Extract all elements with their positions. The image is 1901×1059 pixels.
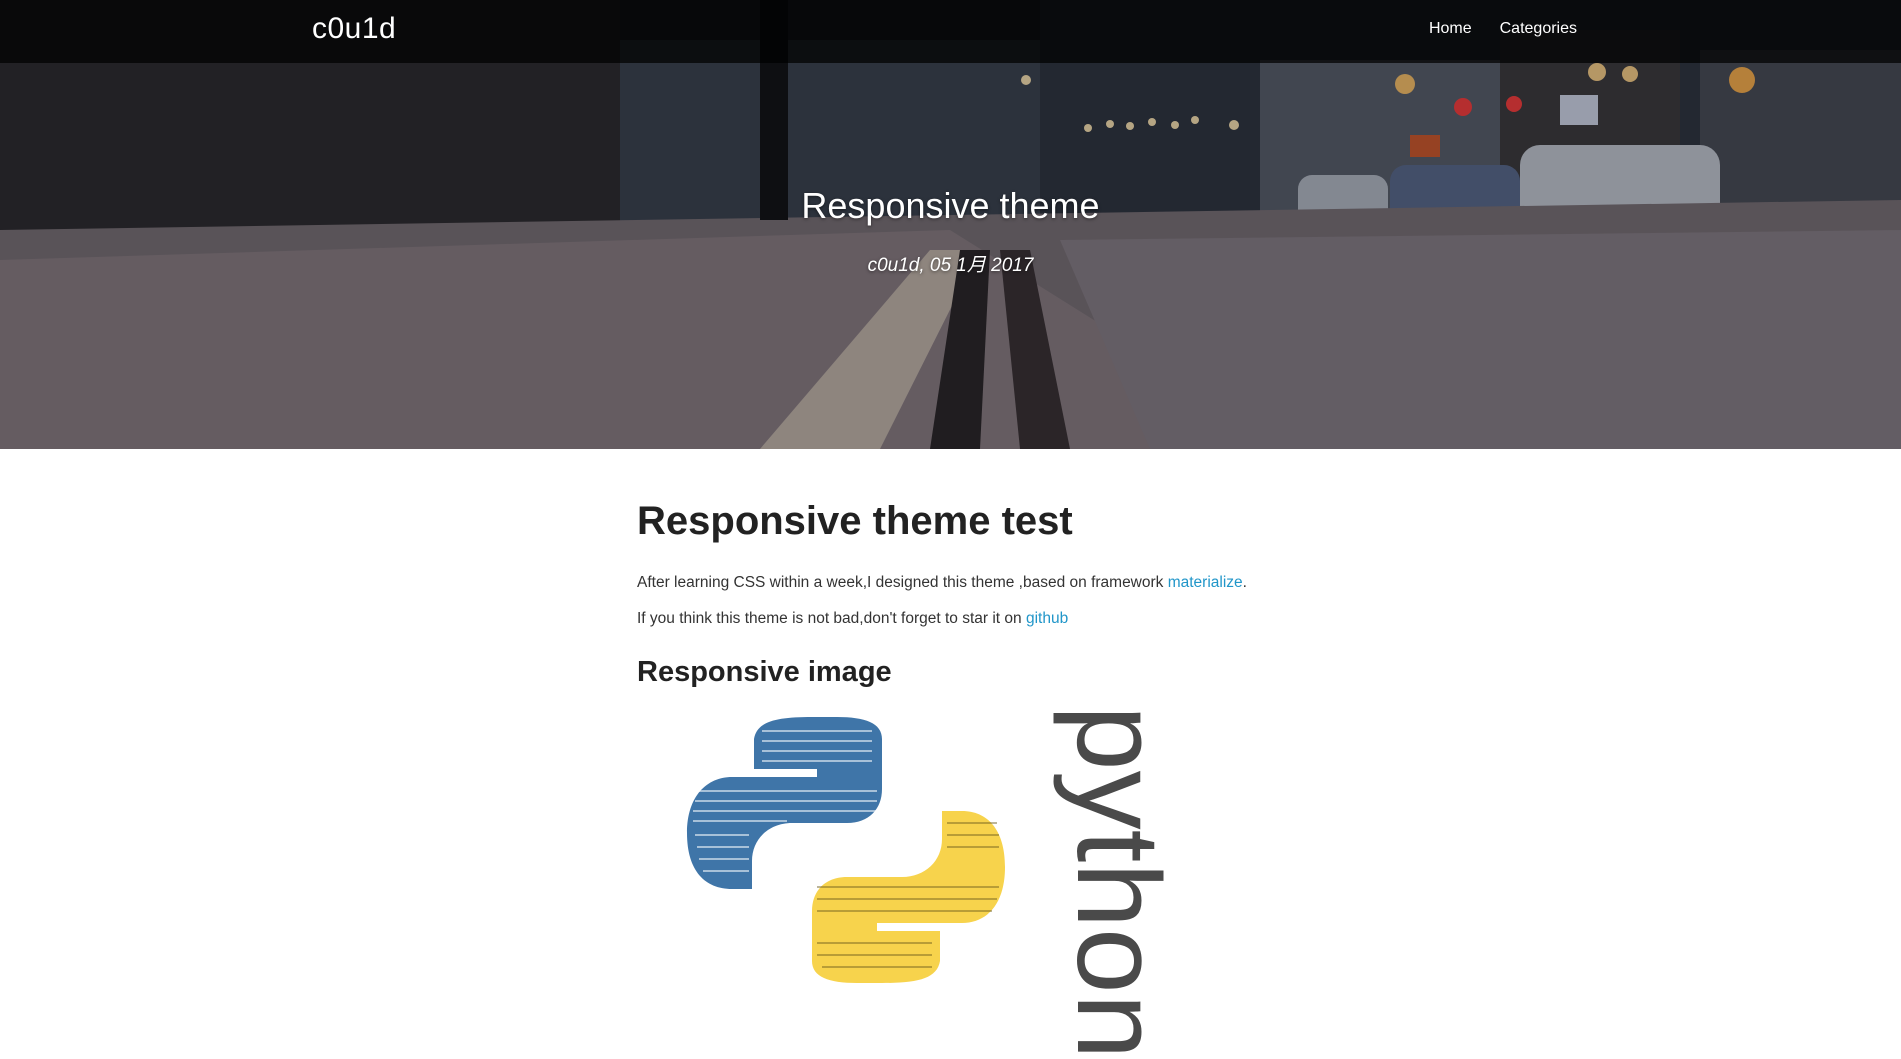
intro-paragraph: After learning CSS within a week,I desig… — [637, 573, 1297, 592]
github-link[interactable]: github — [1026, 610, 1068, 627]
intro-tail: . — [1242, 574, 1247, 591]
python-logo-image: python — [637, 705, 1297, 1059]
article-body: Responsive theme test After learning CSS… — [637, 449, 1297, 1059]
section-heading: Responsive image — [637, 655, 892, 688]
post-title: Responsive theme test — [637, 499, 1073, 543]
python-wordmark: python — [1052, 705, 1184, 1059]
intro-text: After learning CSS within a week,I desig… — [637, 574, 1168, 591]
top-navbar: c0u1d Home Categories — [0, 0, 1901, 63]
nav-link-categories[interactable]: Categories — [1500, 20, 1577, 38]
hero-post-meta: c0u1d, 05 1月 2017 — [867, 255, 1034, 276]
star-paragraph: If you think this theme is not bad,don't… — [637, 609, 1297, 628]
materialize-link[interactable]: materialize — [1168, 574, 1243, 591]
hero-title: Responsive theme — [801, 185, 1100, 226]
brand-logo[interactable]: c0u1d — [312, 12, 396, 46]
python-snake-logo — [687, 717, 1005, 983]
star-text: If you think this theme is not bad,don't… — [637, 610, 1026, 628]
nav-link-home[interactable]: Home — [1429, 20, 1472, 38]
nav-links: Home Categories — [1429, 20, 1577, 38]
hero-banner: c0u1d Home Categories Responsive theme c… — [0, 0, 1901, 449]
